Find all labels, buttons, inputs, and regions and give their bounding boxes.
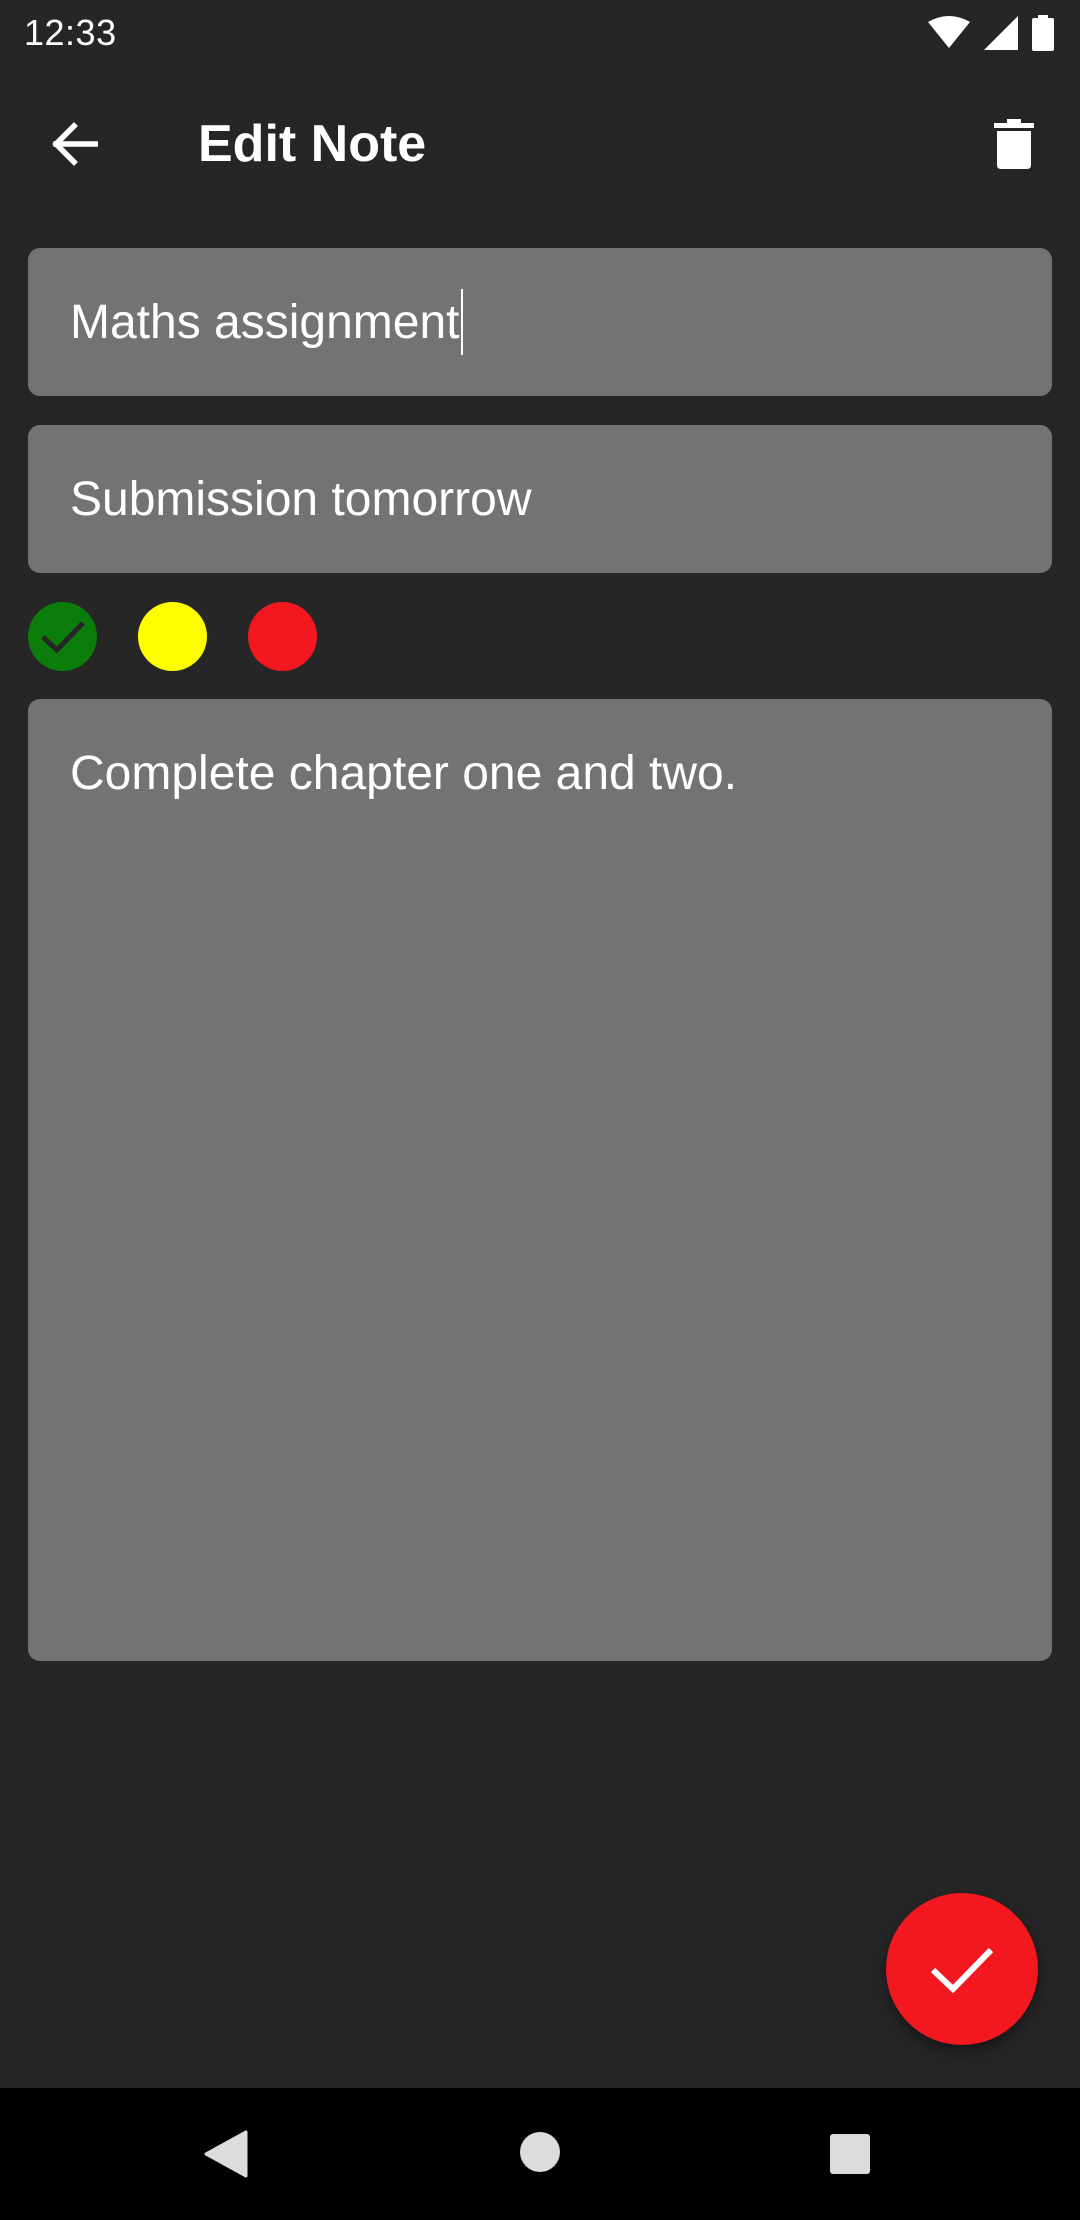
edit-note-screen: 12:33 Edit Note Maths assignment Submiss…: [0, 0, 1080, 2220]
save-fab-button[interactable]: [886, 1893, 1038, 2045]
triangle-back-icon: [204, 2130, 248, 2178]
note-body-text: Complete chapter one and two.: [70, 747, 738, 800]
cellular-signal-icon: [984, 16, 1018, 50]
note-title-text: Maths assignment: [70, 295, 460, 349]
check-icon: [40, 620, 85, 654]
status-time: 12:33: [24, 12, 117, 53]
status-icons: [928, 15, 1054, 51]
note-body-input[interactable]: Complete chapter one and two.: [28, 699, 1052, 1661]
nav-recents-button[interactable]: [829, 2133, 871, 2180]
note-subtitle-input[interactable]: Submission tomorrow: [28, 425, 1052, 573]
nav-home-button[interactable]: [519, 2131, 561, 2178]
delete-button[interactable]: [976, 106, 1052, 182]
note-title-input[interactable]: Maths assignment: [28, 248, 1052, 396]
wifi-icon: [928, 16, 970, 48]
battery-icon: [1032, 15, 1054, 51]
trash-icon: [994, 119, 1034, 169]
color-option-red[interactable]: [248, 602, 317, 671]
system-nav-bar: [0, 2088, 1080, 2220]
status-bar: 12:33: [0, 0, 1080, 66]
nav-back-button[interactable]: [204, 2130, 248, 2183]
back-button[interactable]: [36, 106, 112, 182]
color-picker: [28, 602, 317, 671]
arrow-left-icon: [52, 122, 98, 166]
page-title: Edit Note: [198, 115, 427, 173]
note-subtitle-text: Submission tomorrow: [70, 472, 532, 526]
square-recents-icon: [830, 2134, 870, 2174]
circle-home-icon: [520, 2132, 560, 2172]
color-option-green[interactable]: [28, 602, 97, 671]
check-icon: [930, 1947, 994, 1994]
toolbar: Edit Note: [0, 66, 1080, 222]
color-option-yellow[interactable]: [138, 602, 207, 671]
text-cursor: [460, 289, 463, 355]
